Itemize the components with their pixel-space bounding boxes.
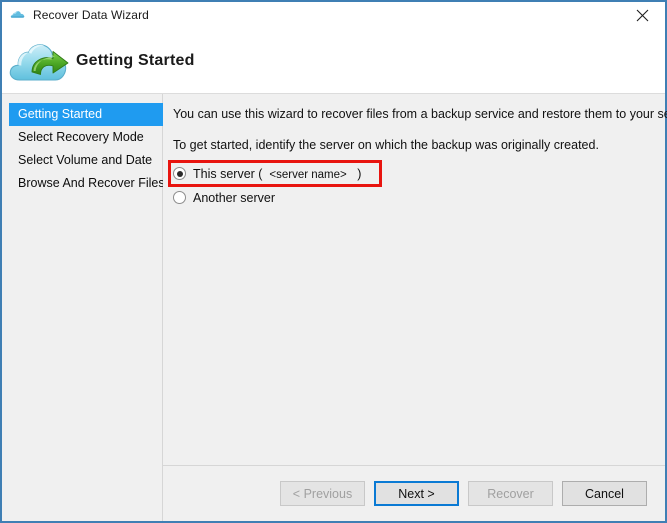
sidebar-item-label: Browse And Recover Files xyxy=(18,176,165,190)
server-name-placeholder: <server name> xyxy=(269,169,346,181)
radio-indicator-another-server[interactable] xyxy=(173,191,186,204)
wizard-footer: < Previous Next > Recover Cancel xyxy=(163,465,665,521)
close-icon[interactable] xyxy=(620,2,665,28)
cancel-button[interactable]: Cancel xyxy=(562,481,647,506)
radio-label-suffix: ) xyxy=(357,167,361,181)
sidebar-item-label: Select Recovery Mode xyxy=(18,130,144,144)
radio-indicator-this-server[interactable] xyxy=(173,167,186,180)
instruction-paragraph: To get started, identify the server on w… xyxy=(173,138,653,153)
radio-option-another-server[interactable]: Another server xyxy=(173,187,279,208)
radio-option-this-server[interactable]: This server ( <server name> ) xyxy=(171,163,379,184)
radio-label-prefix: This server ( xyxy=(193,167,262,181)
sidebar-item-browse-and-recover-files[interactable]: Browse And Recover Files xyxy=(9,172,162,195)
sidebar-item-label: Select Volume and Date xyxy=(18,153,152,167)
cloud-restore-icon xyxy=(8,38,70,88)
previous-button[interactable]: < Previous xyxy=(280,481,365,506)
page-title: Getting Started xyxy=(76,52,195,70)
cloud-icon xyxy=(10,7,26,23)
previous-button-label: < Previous xyxy=(293,487,352,501)
wizard-banner: Getting Started xyxy=(2,28,665,94)
sidebar-item-select-recovery-mode[interactable]: Select Recovery Mode xyxy=(9,126,162,149)
title-bar: Recover Data Wizard xyxy=(2,2,665,28)
content-inner: You can use this wizard to recover files… xyxy=(163,94,665,465)
sidebar-item-label: Getting Started xyxy=(18,107,102,121)
radio-label-this-server: This server ( <server name> ) xyxy=(193,167,361,181)
wizard-content: You can use this wizard to recover files… xyxy=(163,94,665,521)
wizard-steps-sidebar: Getting Started Select Recovery Mode Sel… xyxy=(2,94,163,521)
recover-button-label: Recover xyxy=(487,487,534,501)
wizard-window: Recover Data Wizard xyxy=(0,0,667,523)
radio-label-another-server: Another server xyxy=(193,191,275,205)
window-title: Recover Data Wizard xyxy=(33,8,149,22)
sidebar-item-select-volume-and-date[interactable]: Select Volume and Date xyxy=(9,149,162,172)
wizard-body: Getting Started Select Recovery Mode Sel… xyxy=(2,94,665,521)
sidebar-item-getting-started[interactable]: Getting Started xyxy=(9,103,164,126)
cancel-button-label: Cancel xyxy=(585,487,624,501)
next-button[interactable]: Next > xyxy=(374,481,459,506)
recover-button[interactable]: Recover xyxy=(468,481,553,506)
next-button-label: Next > xyxy=(398,487,434,501)
intro-paragraph: You can use this wizard to recover files… xyxy=(173,107,653,122)
